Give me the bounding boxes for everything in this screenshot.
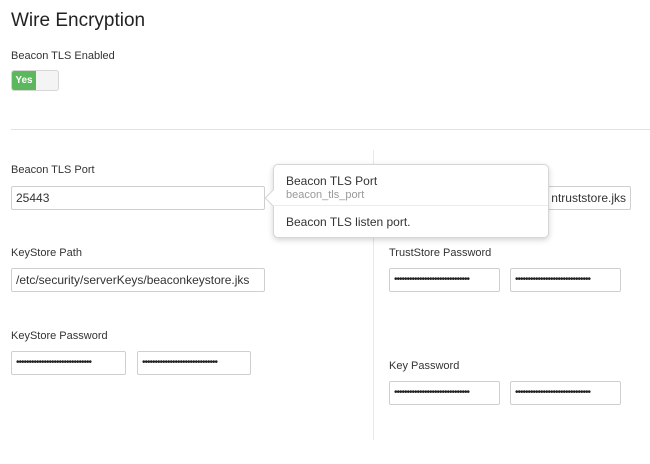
tls-enabled-toggle[interactable]: Yes [11, 70, 59, 91]
key-password-confirm-input[interactable]: •••••••••••••••••••••••••••••• [510, 381, 621, 405]
truststore-password-input[interactable]: •••••••••••••••••••••••••••••• [389, 268, 500, 292]
page-title: Wire Encryption [11, 10, 146, 31]
truststore-password-confirm-input[interactable]: •••••••••••••••••••••••••••••• [510, 268, 621, 292]
popover-description: Beacon TLS listen port. [286, 215, 411, 229]
key-password-input[interactable]: •••••••••••••••••••••••••••••• [389, 381, 500, 405]
keystore-password-input[interactable]: •••••••••••••••••••••••••••••• [11, 351, 126, 375]
keystore-password-confirm-input[interactable]: •••••••••••••••••••••••••••••• [137, 351, 251, 375]
tls-port-input[interactable]: 25443 [11, 186, 265, 210]
keystore-password-label: KeyStore Password [11, 330, 108, 342]
truststore-password-label: TrustStore Password [389, 247, 492, 259]
popover-property-name: beacon_tls_port [286, 189, 365, 201]
tls-enabled-label: Beacon TLS Enabled [11, 50, 115, 62]
tls-port-popover: Beacon TLS Port beacon_tls_port Beacon T… [264, 164, 549, 238]
keystore-path-input[interactable]: /etc/security/serverKeys/beaconkeystore.… [11, 268, 265, 292]
popover-title: Beacon TLS Port [286, 174, 378, 188]
keystore-path-label: KeyStore Path [11, 247, 82, 259]
popover-separator [274, 205, 548, 206]
section-divider [11, 129, 650, 130]
toggle-yes-label: Yes [12, 71, 36, 90]
tls-port-label: Beacon TLS Port [11, 164, 95, 176]
key-password-label: Key Password [389, 360, 460, 372]
popover-arrow [264, 189, 282, 207]
